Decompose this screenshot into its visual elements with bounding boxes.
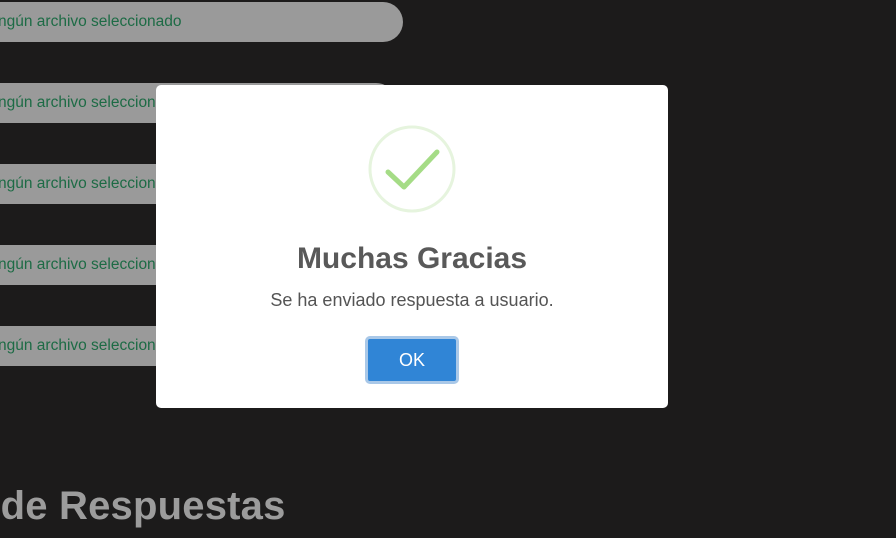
file-input-1[interactable]: ngún archivo seleccionado <box>0 2 403 42</box>
file-input-status: ngún archivo seleccionado <box>0 13 182 30</box>
success-dialog: Muchas Gracias Se ha enviado respuesta a… <box>156 85 668 408</box>
page: ngún archivo seleccionado ngún archivo s… <box>0 0 896 538</box>
dialog-message: Se ha enviado respuesta a usuario. <box>270 290 554 310</box>
file-input-status: ngún archivo seleccionado <box>0 337 182 354</box>
file-input-status: ngún archivo seleccionado <box>0 94 182 111</box>
dialog-title: Muchas Gracias <box>296 242 528 275</box>
ok-button[interactable]: OK <box>365 336 459 384</box>
success-check-icon <box>368 125 456 213</box>
file-input-status: ngún archivo seleccionado <box>0 175 182 192</box>
file-input-status: ngún archivo seleccionado <box>0 256 182 273</box>
section-heading: l de Respuestas <box>0 484 286 528</box>
